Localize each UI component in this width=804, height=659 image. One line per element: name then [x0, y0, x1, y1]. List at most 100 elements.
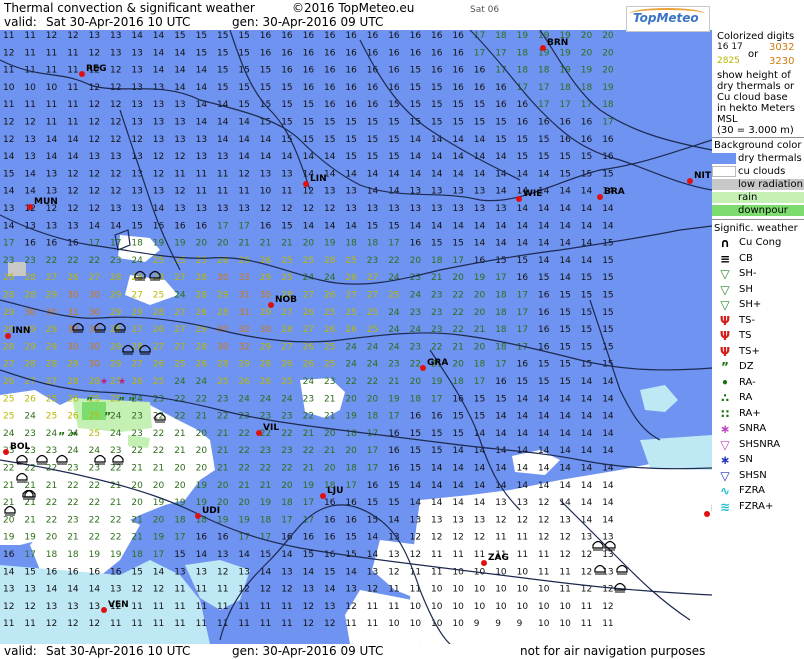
grid-value: 14 [602, 394, 614, 404]
grid-value: 15 [217, 83, 228, 93]
grid-value: 20 [410, 256, 422, 266]
grid-value: 26 [196, 308, 208, 318]
shower-symbol: ★ [118, 377, 126, 387]
grid-value: 14 [67, 152, 79, 162]
weather-symbol-label: RA [739, 392, 753, 403]
grid-value: 14 [260, 152, 272, 162]
grid-value: 10 [495, 585, 507, 595]
grid-value: 20 [131, 498, 143, 508]
grid-value: 14 [474, 464, 486, 474]
grid-value: 29 [260, 273, 272, 283]
grid-value: 12 [367, 585, 378, 595]
grid-value: 16 [474, 83, 486, 93]
grid-value: 12 [3, 135, 14, 145]
grid-value: 15 [238, 66, 249, 76]
weather-symbol-icon: ▽ [720, 298, 730, 312]
legend-example-3032: 3032 [769, 42, 795, 53]
grid-value: 27 [281, 308, 292, 318]
grid-value: 13 [174, 100, 185, 110]
grid-value: 15 [559, 308, 570, 318]
grid-value: 30 [89, 342, 101, 352]
grid-value: 16 [388, 48, 400, 58]
grid-value: 16 [431, 412, 443, 422]
grid-value: 25 [367, 325, 378, 335]
grid-value: 13 [260, 169, 271, 179]
grid-value: 15 [517, 256, 528, 266]
grid-value: 16 [410, 412, 422, 422]
grid-value: 30 [260, 291, 272, 301]
topmeteo-logo[interactable]: TopMeteo [626, 6, 710, 32]
grid-value: 18 [495, 291, 507, 301]
legend-desc-5: MSL [717, 114, 738, 125]
grid-value: 14 [110, 221, 122, 231]
forecast-map[interactable]: 11 11 12 12 13 13 14 14 15 15 15 15 16 16 16 16 16 16 16 16… [0, 0, 712, 659]
grid-value: 17 [559, 100, 570, 110]
grid-value: 16 [345, 31, 357, 41]
grid-value: 27 [174, 325, 185, 335]
grid-value: 13 [24, 585, 35, 595]
grid-value: 21 [196, 412, 207, 422]
grid-value: 16 [324, 31, 336, 41]
grid-value: 15 [581, 342, 592, 352]
grid-value: 10 [431, 602, 443, 612]
grid-value: 14 [559, 394, 571, 404]
grid-value: 14 [89, 221, 101, 231]
city-dot [481, 560, 487, 566]
grid-value: 13 [367, 204, 378, 214]
grid-value: 21 [110, 498, 121, 508]
grid-value: 14 [153, 48, 165, 58]
grid-value: 14 [410, 221, 422, 231]
grid-value: 22 [174, 394, 185, 404]
grid-value: 20 [474, 291, 486, 301]
grid-value: 14 [602, 221, 614, 231]
grid-value: 12 [24, 602, 35, 612]
grid-value: 13 [110, 48, 121, 58]
weather-symbol-icon: ∩ [720, 236, 730, 250]
city-label: REG [86, 64, 106, 74]
satellite-label: Sat 06 [470, 5, 500, 15]
grid-value: 23 [67, 515, 78, 525]
weather-symbol-icon: ▽ [720, 468, 730, 483]
grid-value: 25 [281, 377, 292, 387]
grid-value: 22 [388, 256, 399, 266]
legend-example-3230: 3230 [769, 56, 795, 67]
grid-value: 16 [452, 66, 464, 76]
grid-value: 19 [153, 533, 165, 543]
grid-value: 15 [452, 429, 463, 439]
grid-value: 10 [495, 602, 507, 612]
grid-value: 22 [367, 377, 378, 387]
grid-value: 23 [281, 412, 292, 422]
weather-symbol-label: TS [739, 330, 752, 341]
grid-value: 14 [495, 221, 507, 231]
grid-value: 19 [581, 66, 593, 76]
legend-weather-item: ≡ CB [714, 252, 804, 266]
grid-value: 16 [452, 48, 464, 58]
grid-value: 15 [367, 135, 378, 145]
grid-value: 14 [517, 394, 529, 404]
grid-value: 15 [452, 118, 463, 128]
grid-value: 15 [303, 100, 314, 110]
grid-value: 14 [517, 412, 529, 422]
grid-value: 25 [303, 256, 314, 266]
grid-value: 23 [410, 308, 421, 318]
grid-value: 14 [217, 135, 229, 145]
grid-value: 14 [538, 256, 550, 266]
grid-value: 16 [324, 83, 336, 93]
grid-value: 14 [495, 239, 507, 249]
grid-value: 13 [196, 135, 207, 145]
grid-value: 22 [238, 446, 249, 456]
valid-label: valid: [4, 15, 37, 29]
grid-value: 15 [517, 377, 528, 387]
grid-value: 14 [581, 221, 593, 231]
grid-value: 16 [495, 100, 507, 110]
grid-value: 14 [538, 239, 550, 249]
grid-value: 13 [131, 187, 142, 197]
grid-value: 11 [238, 619, 249, 629]
city-label: BRA [604, 187, 625, 197]
grid-value: 11 [538, 567, 549, 577]
grid-value: 11 [217, 585, 228, 595]
grid-value: 13 [217, 204, 228, 214]
grid-value: 11 [367, 602, 378, 612]
grid-value: 13 [131, 66, 142, 76]
grid-value: 12 [110, 118, 121, 128]
